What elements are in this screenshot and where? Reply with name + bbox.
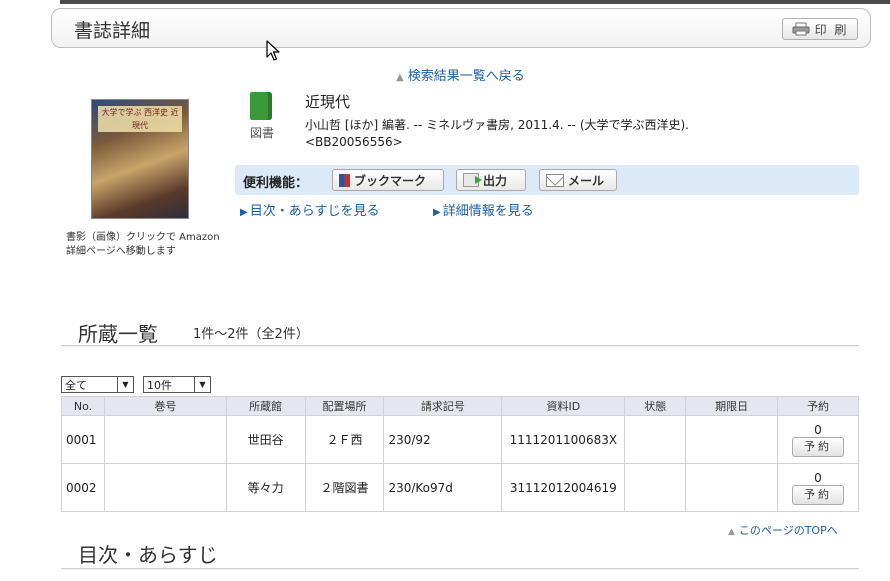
filter-select[interactable]: 全て ▼ [61, 376, 134, 393]
call-number-link[interactable]: 230/92 [383, 415, 503, 464]
mail-label: メール [568, 173, 605, 188]
reserve-count: 0 [814, 422, 822, 437]
table-row: 0002 等々力 ２階図書 230/Ko97d 31112012004619 0… [61, 463, 859, 512]
cover-note: 書影（画像）クリックで Amazon詳細ページへ移動します [66, 232, 220, 257]
cell-status [624, 463, 687, 512]
holdings-heading: 所蔵一覧 [78, 322, 158, 346]
back-to-results-link[interactable]: ▲ 検索結果一覧へ戻る [396, 65, 525, 84]
section-divider [61, 568, 859, 569]
output-label: 出力 [483, 173, 508, 188]
mail-button[interactable]: メール [539, 169, 617, 191]
holdings-table: No. 巻号 所蔵館 配置場所 請求記号 資料ID 状態 期限日 予約 0001… [61, 396, 859, 512]
output-button[interactable]: 出力 [456, 169, 526, 191]
column-header: 予約 [777, 396, 859, 416]
chevron-down-icon: ▼ [194, 377, 210, 392]
top-border [60, 0, 890, 4]
mouse-cursor-icon [266, 40, 280, 61]
book-record-id: <BB20056556> [305, 135, 403, 149]
triangle-right-icon: ▶ [433, 207, 441, 218]
reserve-count: 0 [814, 470, 822, 485]
cell-due [685, 463, 778, 512]
export-icon [463, 173, 482, 187]
column-header: 資料ID [501, 396, 626, 416]
back-link-label: 検索結果一覧へ戻る [407, 69, 525, 84]
mail-icon [546, 173, 564, 187]
page-header: 書誌詳細 印 刷 [51, 8, 871, 48]
print-button[interactable]: 印 刷 [782, 18, 858, 40]
location-link[interactable]: ２階図書 [304, 463, 385, 512]
column-header: 請求記号 [383, 396, 503, 416]
utilities-bar: 便利機能： ブックマーク 出力 メール [235, 165, 859, 195]
cell-reserve: 0 予約 [777, 463, 859, 512]
reserve-button[interactable]: 予約 [792, 484, 844, 505]
cell-volume [103, 415, 227, 464]
table-row: 0001 世田谷 ２Ｆ西 230/92 1111201100683X 0 予約 [61, 415, 859, 464]
details-link[interactable]: ▶ 詳細情報を見る [433, 200, 534, 219]
page-title: 書誌詳細 [74, 20, 151, 42]
book-meta: 小山哲 [ほか] 編著. -- ミネルヴァ書房, 2011.4. -- (大学で… [305, 117, 825, 151]
cell-library: 等々力 [225, 463, 306, 512]
cell-item-id: 31112012004619 [501, 463, 626, 512]
column-header: 配置場所 [304, 396, 385, 416]
location-link[interactable]: ２Ｆ西 [304, 415, 385, 464]
chevron-down-icon: ▼ [117, 377, 133, 392]
call-number-link[interactable]: 230/Ko97d [383, 463, 503, 512]
printer-icon [792, 22, 810, 36]
cell-reserve: 0 予約 [777, 415, 859, 464]
triangle-right-icon: ▶ [240, 207, 248, 218]
perpage-select[interactable]: 10件 ▼ [143, 376, 211, 393]
toc-link-label: 目次・あらすじを見る [249, 204, 380, 219]
toc-link[interactable]: ▶ 目次・あらすじを見る [240, 200, 379, 219]
bookmark-button[interactable]: ブックマーク [332, 169, 444, 191]
book-icon [250, 92, 272, 120]
bookmark-label: ブックマーク [354, 173, 427, 188]
page-top-label: このページのTOPへ [738, 524, 838, 537]
cell-status [624, 415, 687, 464]
cell-volume [103, 463, 227, 512]
column-header: 期限日 [685, 396, 778, 416]
bookmark-icon [339, 173, 350, 187]
details-link-label: 詳細情報を見る [442, 204, 534, 219]
column-header: 所蔵館 [225, 396, 306, 416]
material-type: 図書 [250, 126, 275, 140]
cell-no: 0001 [61, 415, 105, 464]
cell-no: 0002 [61, 463, 105, 512]
triangle-up-icon: ▲ [396, 72, 404, 83]
cell-item-id: 1111201100683X [501, 415, 626, 464]
perpage-select-value: 10件 [147, 378, 172, 392]
holdings-count: 1件～2件（全2件） [193, 327, 309, 342]
print-label: 印 刷 [814, 22, 849, 37]
column-header: No. [61, 396, 105, 416]
utilities-label: 便利機能： [243, 176, 309, 191]
column-header: 状態 [624, 396, 687, 416]
page-top-link[interactable]: ▲ このページのTOPへ [728, 522, 838, 538]
filter-select-value: 全て [65, 378, 87, 392]
book-title: 近現代 [305, 93, 351, 111]
toc-heading: 目次・あらすじ [78, 543, 218, 567]
section-divider [61, 345, 859, 346]
triangle-up-icon: ▲ [728, 527, 735, 537]
book-meta-line: 小山哲 [ほか] 編著. -- ミネルヴァ書房, 2011.4. -- (大学で… [305, 118, 689, 132]
cell-library: 世田谷 [225, 415, 306, 464]
cell-due [685, 415, 778, 464]
book-cover-image[interactable]: 大学で学ぶ 西洋史 近現代 [91, 99, 189, 219]
column-header: 巻号 [103, 396, 227, 416]
cover-title: 大学で学ぶ 西洋史 近現代 [98, 106, 182, 132]
reserve-button[interactable]: 予約 [792, 436, 844, 457]
table-header-row: No. 巻号 所蔵館 配置場所 請求記号 資料ID 状態 期限日 予約 [61, 396, 859, 416]
